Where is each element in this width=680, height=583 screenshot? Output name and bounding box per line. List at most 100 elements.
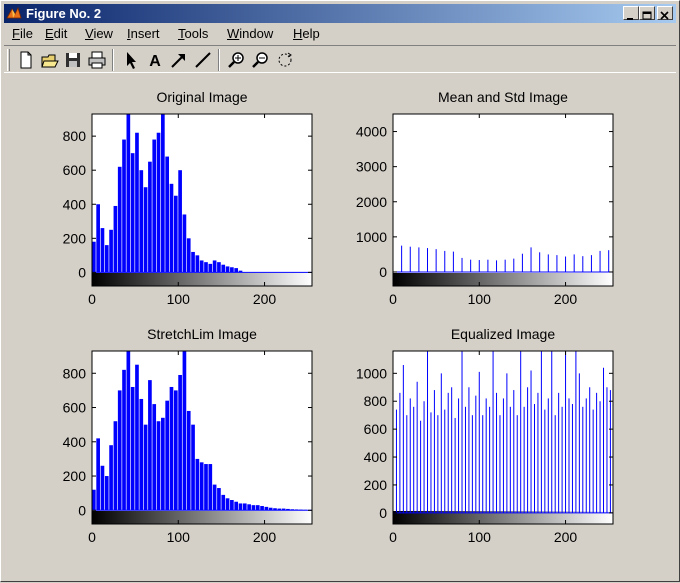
histogram-bar [92, 489, 96, 511]
histogram-bar [247, 504, 251, 511]
y-tick-label: 4000 [356, 124, 387, 140]
histogram-bar [152, 404, 157, 511]
x-tick-label: 0 [88, 529, 96, 545]
histogram-bar [148, 380, 152, 511]
histogram-bar [264, 506, 269, 511]
histogram-bar [221, 264, 226, 273]
histogram-bar [186, 410, 191, 511]
y-tick-label: 1000 [356, 229, 387, 245]
histogram-bar [225, 498, 230, 511]
x-tick-label: 200 [253, 529, 277, 545]
histogram-bar [182, 214, 187, 273]
histogram-bar [143, 424, 148, 511]
x-tick-label: 200 [554, 529, 578, 545]
histogram-bar [255, 505, 260, 511]
y-tick-label: 0 [379, 264, 387, 280]
x-tick-label: 100 [167, 291, 191, 307]
y-tick-label: 200 [63, 468, 87, 484]
histogram-bar [135, 364, 139, 511]
histogram-bar [230, 500, 234, 511]
x-tick-label: 200 [253, 291, 277, 307]
histogram-bar [96, 204, 100, 273]
histogram-bar [104, 245, 109, 273]
histogram-bar [230, 267, 234, 273]
y-tick-label: 600 [63, 162, 87, 178]
y-tick-label: 3000 [356, 159, 387, 175]
grayscale-colorbar [92, 273, 312, 286]
x-tick-label: 0 [389, 291, 397, 307]
histogram-bar [117, 390, 122, 511]
x-tick-label: 0 [88, 291, 96, 307]
x-tick-label: 100 [468, 291, 492, 307]
histogram-bar [191, 251, 195, 273]
histogram-bar [161, 417, 165, 511]
histogram-bar [122, 139, 126, 273]
y-tick-label: 2000 [356, 194, 387, 210]
y-tick-label: 800 [63, 128, 87, 144]
histogram-bar [169, 183, 174, 273]
histogram-bar [251, 505, 256, 511]
histogram-bar [109, 229, 113, 273]
histogram-bar [100, 228, 105, 273]
histogram-bar [217, 488, 221, 511]
histogram-bar [156, 132, 161, 273]
histogram-bar [238, 503, 243, 511]
y-tick-label: 1000 [356, 365, 387, 381]
histogram-bar [199, 462, 204, 511]
histogram-bar [161, 114, 165, 273]
figure-window: Figure No. 2 File Edit View Insert Tools Wind… [0, 0, 680, 582]
x-tick-label: 100 [167, 529, 191, 545]
histogram-bar [208, 263, 213, 273]
histogram-bar [104, 476, 109, 511]
histogram-bar [186, 238, 191, 273]
y-tick-label: 200 [364, 477, 388, 493]
histogram-bar [234, 268, 239, 273]
histogram-bar [173, 390, 178, 511]
histogram-bar [191, 424, 195, 511]
y-tick-label: 800 [63, 365, 87, 381]
histogram-bar [221, 494, 226, 511]
histogram-bar [139, 170, 144, 273]
histogram-bar [178, 170, 182, 273]
histogram-bar [234, 501, 239, 511]
histogram-bar [242, 503, 247, 511]
histogram-bar [195, 255, 200, 273]
histogram-bar [217, 262, 221, 273]
histogram-bar [212, 484, 217, 511]
histogram-bar [96, 438, 100, 511]
chart-title: StretchLim Image [147, 326, 257, 342]
plot-area [393, 114, 613, 286]
chart-title: Equalized Image [451, 326, 556, 342]
y-tick-label: 0 [78, 502, 86, 518]
y-tick-label: 400 [63, 196, 87, 212]
histogram-bar [152, 139, 157, 273]
histogram-bar [148, 161, 152, 273]
y-tick-label: 600 [63, 400, 87, 416]
histogram-bar [100, 465, 105, 511]
histogram-bar [195, 458, 200, 511]
histogram-bar [117, 166, 122, 273]
histogram-bar [169, 386, 174, 511]
histogram-bar [143, 187, 148, 273]
chart-title: Mean and Std Image [438, 89, 568, 105]
histogram-bar [165, 400, 169, 511]
figure-canvas: 0 100 2000200400600800Original Image0 100 20… [63, 89, 614, 545]
histogram-bar [139, 398, 144, 511]
y-tick-label: 0 [379, 505, 387, 521]
y-tick-label: 800 [364, 393, 388, 409]
y-tick-label: 600 [364, 421, 388, 437]
histogram-bar [113, 421, 118, 511]
histogram-bar [126, 114, 131, 273]
histogram-bar [122, 369, 126, 511]
histogram-bar [135, 132, 139, 273]
histogram-bar [204, 464, 208, 511]
histogram-bar [113, 205, 118, 273]
histogram-bar [130, 153, 135, 273]
y-tick-label: 400 [63, 434, 87, 450]
histogram-bar [204, 262, 208, 273]
y-tick-label: 200 [63, 230, 87, 246]
histogram-bar [92, 241, 96, 273]
y-tick-label: 0 [78, 264, 86, 280]
x-tick-label: 200 [554, 291, 578, 307]
histogram-bar [225, 266, 230, 273]
